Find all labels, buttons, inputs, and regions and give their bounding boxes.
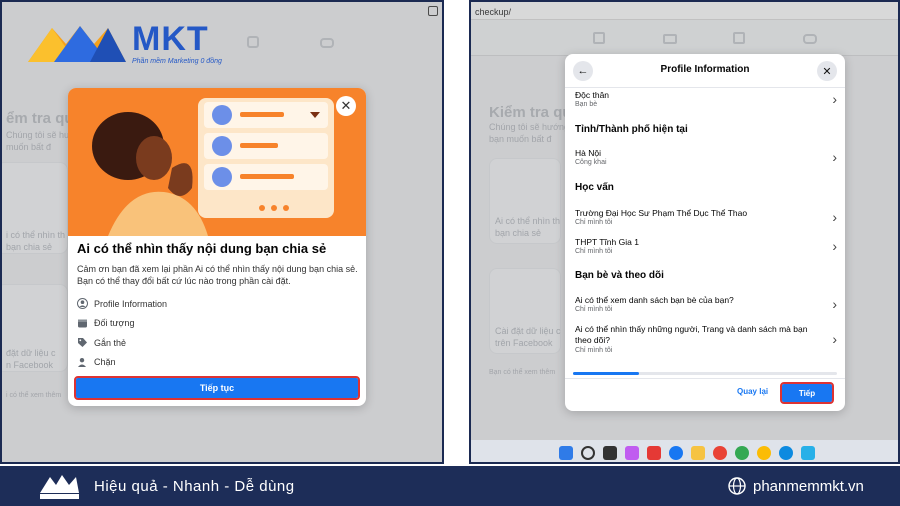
row-title: Ai có thể xem danh sách bạn bè của bạn? (575, 295, 734, 305)
chevron-right-icon: › (832, 331, 837, 347)
friends-list-row[interactable]: Ai có thể xem danh sách bạn bè của bạn? … (575, 295, 837, 313)
task-view-icon[interactable] (602, 446, 617, 460)
block-icon (77, 357, 88, 368)
relationship-row[interactable]: Độc thân Bạn bè › (575, 90, 837, 108)
row-title: THPT Tĩnh Gia 1 (575, 237, 639, 247)
list-item: Profile Information (77, 294, 359, 314)
row-audience: Chỉ mình tôi (575, 306, 613, 313)
chevron-right-icon: › (832, 238, 837, 254)
logo-tagline: Phần mềm Marketing 0 đồng (132, 58, 222, 65)
search-icon[interactable] (580, 446, 595, 460)
mkt-footer-logo-icon (40, 475, 79, 499)
profile-information-modal: ← Profile Information ✕ Độc thân Bạn bè … (565, 54, 845, 411)
chevron-right-icon: › (832, 91, 837, 107)
edge-icon[interactable] (778, 446, 793, 460)
chrome-icon[interactable] (734, 446, 749, 460)
section-heading: Học vấn (575, 182, 614, 193)
chevron-right-icon: › (832, 296, 837, 312)
row-title: Hà Nội (575, 148, 601, 158)
list-item-label: Gắn thẻ (94, 337, 127, 348)
taskbar (471, 440, 898, 462)
youtube-icon[interactable] (646, 446, 661, 460)
row-title: Độc thân (575, 90, 610, 100)
privacy-checkup-modal: ✕ Ai có thể nhìn thấy nội dung bạn chia … (68, 88, 366, 406)
folder-icon[interactable] (690, 446, 705, 460)
row-audience: Chỉ mình tôi (575, 219, 613, 226)
list-item-label: Đối tượng (94, 318, 135, 329)
list-item: Đối tượng (77, 314, 359, 334)
modal-header: ← Profile Information ✕ (565, 54, 845, 88)
left-screenshot: ểm tra quyề Chúng tôi sẽ hướng muốn bất … (0, 0, 444, 464)
footer-divider (565, 378, 845, 379)
logo-text: MKT (132, 20, 209, 58)
website-link[interactable]: phanmemmkt.vn (728, 477, 864, 495)
chevron-right-icon: › (832, 209, 837, 225)
right-screenshot: checkup/ Kiểm tra quyề Chúng tôi sẽ hướn… (469, 0, 900, 464)
illustration-icon (92, 98, 334, 236)
brand-footer: Hiệu quả - Nhanh - Dễ dùng phanmemmkt.vn (0, 466, 900, 506)
row-audience: Công khai (575, 159, 607, 166)
close-button[interactable]: ✕ (336, 96, 356, 116)
next-button[interactable]: Tiếp (780, 382, 834, 404)
progress-bar (573, 372, 837, 375)
progress-fill (573, 372, 639, 375)
slogan: Hiệu quả - Nhanh - Dễ dùng (94, 478, 295, 495)
start-icon[interactable] (558, 446, 573, 460)
list-item-label: Chặn (94, 357, 116, 368)
row-audience: Bạn bè (575, 101, 598, 108)
modal-description: Cảm ơn bạn đã xem lại phần Ai có thể nhì… (77, 264, 358, 286)
audience-icon (77, 318, 88, 329)
list-item: Gắn thẻ (77, 333, 359, 353)
education-row[interactable]: THPT Tĩnh Gia 1 Chỉ mình tôi › (575, 237, 837, 255)
section-heading: Bạn bè và theo dõi (575, 270, 664, 281)
close-button[interactable]: ✕ (817, 61, 837, 81)
website-text: phanmemmkt.vn (753, 477, 864, 495)
profile-icon (77, 298, 88, 310)
mkt-logo-icon (28, 26, 126, 62)
list-item-label: Profile Information (94, 298, 168, 309)
list-item: Chặn (77, 353, 359, 373)
mkt-logo: MKT Phần mềm Marketing 0 đồng (24, 18, 234, 70)
app-icon[interactable] (800, 446, 815, 460)
globe-icon (728, 477, 746, 495)
modal-title: Ai có thể nhìn thấy nội dung bạn chia sẻ (77, 241, 327, 256)
continue-button[interactable]: Tiếp tục (74, 376, 360, 400)
chrome-icon[interactable] (712, 446, 727, 460)
row-title: Ai có thể nhìn thấy những người, Trang v… (575, 324, 808, 345)
row-audience: Chỉ mình tôi (575, 248, 613, 255)
city-row[interactable]: Hà Nội Công khai › (575, 148, 837, 166)
copilot-icon[interactable] (624, 446, 639, 460)
education-row[interactable]: Trường Đại Học Sư Phạm Thể Dục Thể Thao … (575, 208, 837, 226)
hero-illustration: ✕ (68, 88, 366, 236)
facebook-icon[interactable] (668, 446, 683, 460)
topic-list: Profile Information Đối tượng Gắn thẻ Ch… (77, 294, 359, 372)
modal-title: Profile Information (660, 64, 750, 75)
row-audience: Chỉ mình tôi (575, 347, 613, 354)
chevron-right-icon: › (832, 149, 837, 165)
following-row[interactable]: Ai có thể nhìn thấy những người, Trang v… (575, 324, 837, 354)
chrome-icon[interactable] (756, 446, 771, 460)
tag-icon (77, 337, 88, 348)
row-title: Trường Đại Học Sư Phạm Thể Dục Thể Thao (575, 208, 748, 218)
section-heading: Tỉnh/Thành phố hiện tại (575, 124, 688, 135)
back-button[interactable]: Quay lại (737, 387, 768, 396)
